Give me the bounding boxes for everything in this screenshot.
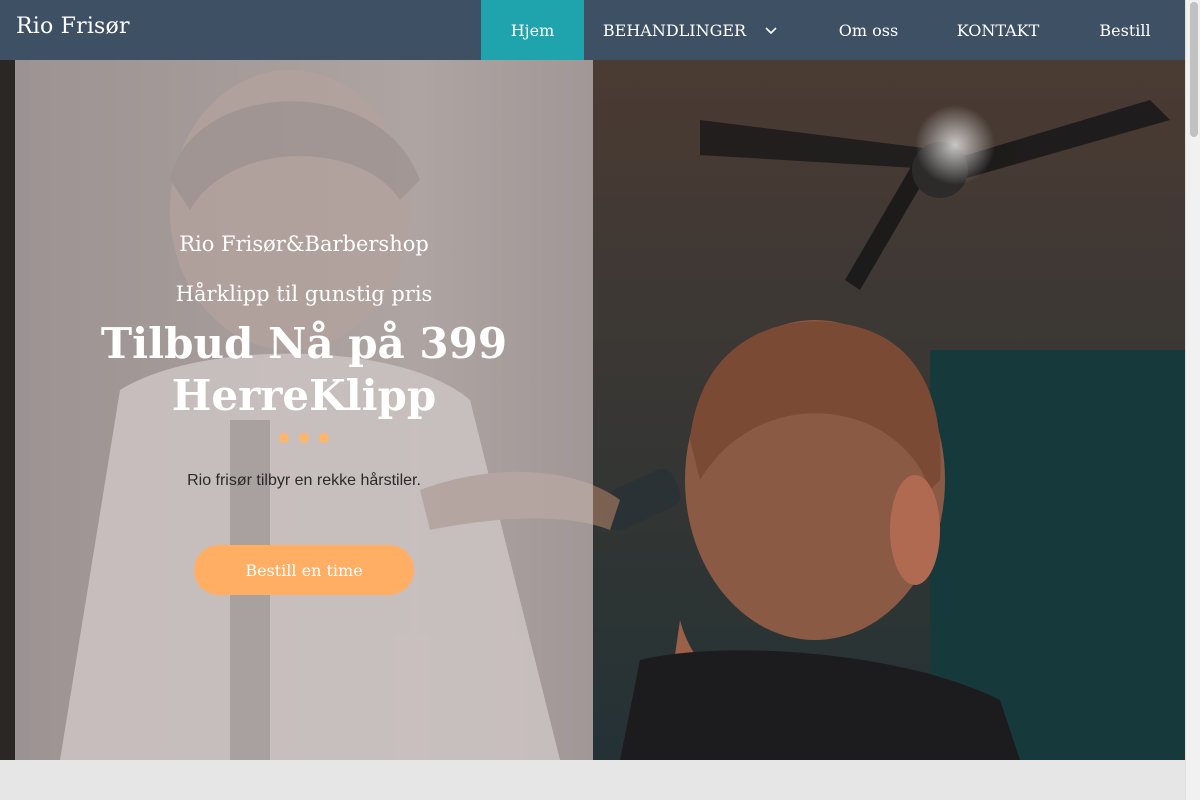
hero-subtitle: Rio Frisør&Barbershop [179,232,429,256]
hero-title-line: Tilbud Nå på 399 [100,319,508,368]
scrollbar[interactable] [1185,0,1200,800]
nav-item-hjem[interactable]: Hjem [481,0,584,60]
nav-label: Om oss [838,20,899,40]
dot-icon [279,433,289,443]
next-section [0,760,1185,800]
decorative-dots [279,433,329,443]
dot-icon [299,433,309,443]
hero-section: Rio Frisør&Barbershop Hårklipp til gunst… [0,60,1185,760]
chevron-down-icon[interactable] [764,23,778,37]
dot-icon [319,433,329,443]
nav-item-behandlinger[interactable]: BEHANDLINGER [584,0,797,60]
book-appointment-button[interactable]: Bestill en time [194,545,414,595]
hero-title-line: HerreKlipp [171,371,437,420]
nav-label: BEHANDLINGER [602,20,747,40]
nav-item-om-oss[interactable]: Om oss [797,0,940,60]
hero-title: Tilbud Nå på 399 HerreKlipp [15,318,593,422]
brand-logo[interactable]: Rio Frisør [16,14,130,39]
nav-item-bestill[interactable]: Bestill [1056,0,1194,60]
nav-links: Hjem BEHANDLINGER Om oss KONTAKT Bestill [481,0,1194,60]
hero-tagline: Hårklipp til gunstig pris [175,282,433,306]
nav-label: Bestill [1099,20,1151,40]
hero-description: Rio frisør tilbyr en rekke hårstiler. [187,472,421,489]
nav-label: Hjem [510,20,555,40]
nav-label: KONTAKT [956,20,1040,40]
navbar: Rio Frisør Hjem BEHANDLINGER Om oss KONT… [0,0,1185,60]
nav-item-kontakt[interactable]: KONTAKT [940,0,1056,60]
